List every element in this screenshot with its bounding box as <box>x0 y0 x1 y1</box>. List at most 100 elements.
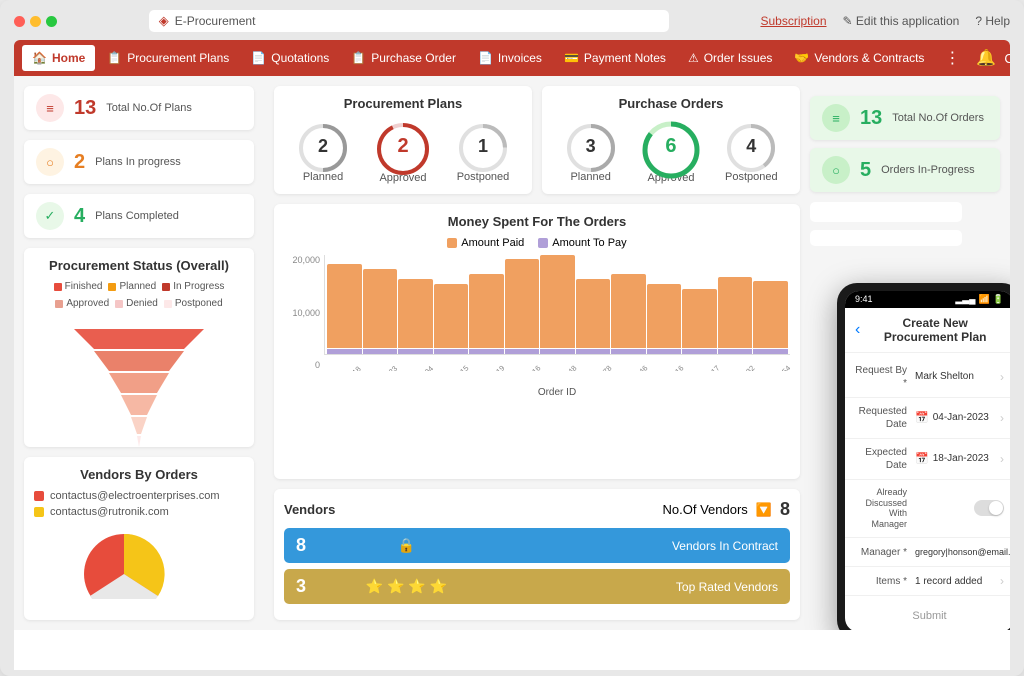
left-panel: ≡ 13 Total No.Of Plans ○ 2 Plans In prog… <box>14 76 264 630</box>
x-label-or1448: OR-1448 <box>550 362 580 371</box>
purchase-orders-card: Purchase Orders 3 Planned <box>542 86 800 194</box>
procurement-plans-title: Procurement Plans <box>284 96 522 111</box>
vendors-title: Vendors <box>284 502 335 517</box>
request-by-chevron: › <box>1000 370 1004 384</box>
purchase-orders-title: Purchase Orders <box>552 96 790 111</box>
legend-amount-paid: Amount Paid <box>447 237 524 249</box>
nav-more[interactable]: ⋮ <box>936 44 968 72</box>
bar-or1215 <box>434 255 469 354</box>
nav-payment-notes[interactable]: 💳 Payment Notes <box>554 45 676 71</box>
vendor-row-contract[interactable]: 8 🔒 Vendors In Contract <box>284 528 790 563</box>
items-chevron: › <box>1000 574 1004 588</box>
procurement-plans-card: Procurement Plans 2 Planned <box>274 86 532 194</box>
request-by-label: Request By * <box>855 364 915 390</box>
inprogress-icon: ○ <box>36 148 64 176</box>
back-button[interactable]: ‹ <box>855 321 860 339</box>
legend-amount-topay: Amount To Pay <box>538 237 626 249</box>
bar-or1832 <box>718 255 753 354</box>
cal-icon-2: 📅 <box>915 452 929 465</box>
help-link[interactable]: ? Help <box>975 14 1010 28</box>
traffic-lights <box>14 16 57 27</box>
bar-or1717 <box>682 255 717 354</box>
maximize-button[interactable] <box>46 16 57 27</box>
x-label-or1319: OR-1319 <box>479 362 509 371</box>
bar-or1716 <box>647 255 682 354</box>
amount-topay-label: Amount To Pay <box>552 237 626 249</box>
nav-vendors[interactable]: 🤝 Vendors & Contracts <box>784 45 934 71</box>
nav-payment-label: Payment Notes <box>584 51 666 65</box>
vendor-label-1: contactus@electroenterprises.com <box>50 490 220 502</box>
minimize-button[interactable] <box>30 16 41 27</box>
nav-quotations-label: Quotations <box>271 51 329 65</box>
browser-bar: ◈ E-Procurement Subscription ✎ Edit this… <box>14 10 1010 32</box>
vendor-item-2: contactus@rutronik.com <box>34 506 244 518</box>
subscription-link[interactable]: Subscription <box>760 14 826 28</box>
vendor-item-1: contactus@electroenterprises.com <box>34 490 244 502</box>
orders-progress-icon: ○ <box>822 156 850 184</box>
nav-quotations[interactable]: 📄 Quotations <box>241 45 339 71</box>
inprogress-orders-card: ○ 5 Orders In-Progress <box>810 148 1000 192</box>
nav-procurement-plans[interactable]: 📋 Procurement Plans <box>97 45 239 71</box>
bar-or1319 <box>469 255 504 354</box>
phone-mockup: 9:41 ▂▃▄ 📶 🔋 ‹ Create New Procurement Pl… <box>837 283 1010 630</box>
circle-approved: 2 Approved <box>373 119 433 184</box>
right-panel-wrapper: ≡ 13 Total No.Of Orders ○ 5 Orders In-Pr… <box>810 76 1010 630</box>
amount-paid-label: Amount Paid <box>461 237 524 249</box>
vendor-label-2: contactus@rutronik.com <box>50 506 169 518</box>
submit-label: Submit <box>912 610 946 622</box>
edit-link[interactable]: ✎ Edit this application <box>843 14 960 28</box>
phone-form-title: Create New Procurement Plan <box>866 316 1004 344</box>
notification-bell[interactable]: 🔔 <box>970 44 1002 72</box>
po-circle-approved: 6 Approved <box>640 119 702 184</box>
bar-or1416 <box>505 255 540 354</box>
toggle-discussed[interactable] <box>974 500 1004 516</box>
close-button[interactable] <box>14 16 25 27</box>
legend-finished: Finished <box>54 281 103 292</box>
bar-or1854 <box>753 255 788 354</box>
nav-order-issues[interactable]: ⚠ Order Issues <box>678 45 782 71</box>
phone-status-icons: ▂▃▄ 📶 🔋 <box>955 294 1004 305</box>
vendors-by-orders-title: Vendors By Orders <box>34 467 244 482</box>
phone-time: 9:41 <box>855 294 873 304</box>
vendors-header: Vendors No.Of Vendors 🔽 8 <box>284 499 790 520</box>
x-label-or1832: OR-1832 <box>729 362 759 371</box>
procurement-status-card: Procurement Status (Overall) Finished Pl… <box>24 248 254 447</box>
vendors-icon: 🤝 <box>794 51 809 65</box>
legend-denied: Denied <box>115 298 158 309</box>
total-orders-number: 13 <box>860 107 882 130</box>
circle-postponed: 1 Postponed <box>455 120 511 183</box>
invoices-icon: 📄 <box>478 51 493 65</box>
phone-submit[interactable]: Submit <box>845 600 1010 630</box>
x-label-or1478: OR-1478 <box>586 362 616 371</box>
user-menu[interactable]: Chris 👤 <box>1004 45 1010 71</box>
nav-purchase-order[interactable]: 📋 Purchase Order <box>341 45 466 71</box>
toggle-knob <box>989 501 1003 515</box>
requested-date-field: Requested Date 📅 04-Jan-2023 › <box>845 398 1010 439</box>
vendors-section-card: Vendors No.Of Vendors 🔽 8 8 🔒 Vendors In… <box>274 489 800 620</box>
orders-icon: ≡ <box>822 104 850 132</box>
vendors-pie-chart <box>74 522 204 602</box>
username: Chris <box>1004 51 1010 66</box>
request-by-field: Request By * Mark Shelton › <box>845 357 1010 398</box>
procurement-circles: 2 Planned 2 Approved <box>284 119 522 184</box>
vendor-row-toprated[interactable]: 3 ⭐ ⭐ ⭐ ⭐ Top Rated Vendors <box>284 569 790 604</box>
request-by-value: Mark Shelton › <box>915 370 1004 384</box>
requested-date-chevron: › <box>1000 411 1004 425</box>
items-field: Items * 1 record added › <box>845 567 1010 596</box>
address-bar[interactable]: ◈ E-Procurement <box>149 10 669 32</box>
purchase-circles: 3 Planned 6 Approved <box>552 119 790 184</box>
phone-form: Request By * Mark Shelton › Requested Da… <box>845 353 1010 600</box>
nav-home[interactable]: 🏠 Home <box>22 45 95 71</box>
address-text: E-Procurement <box>175 14 256 28</box>
cal-icon-1: 📅 <box>915 411 929 424</box>
nav-procurement-label: Procurement Plans <box>127 51 229 65</box>
inprogress-label: Plans In progress <box>95 156 181 168</box>
expected-date-label: Expected Date <box>855 446 915 472</box>
manager-label: Manager * <box>855 546 915 559</box>
chart-legend: Amount Paid Amount To Pay <box>284 237 790 249</box>
x-label-or1416: OR-1416 <box>514 362 544 371</box>
nav-bar: 🏠 Home 📋 Procurement Plans 📄 Quotations … <box>14 40 1010 76</box>
toprated-icon: ⭐ ⭐ ⭐ ⭐ <box>334 578 479 595</box>
nav-invoices[interactable]: 📄 Invoices <box>468 45 552 71</box>
phone-screen: 9:41 ▂▃▄ 📶 🔋 ‹ Create New Procurement Pl… <box>845 291 1010 630</box>
